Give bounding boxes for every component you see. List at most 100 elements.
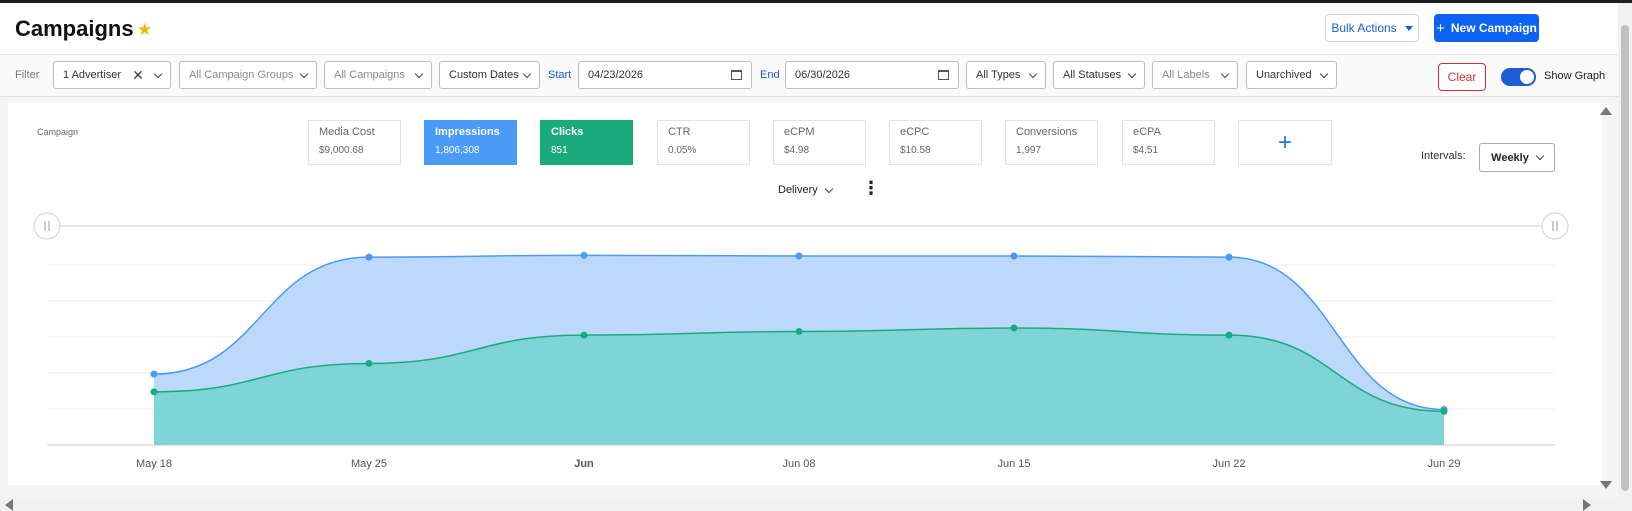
metric-name: Media Cost [319, 126, 375, 138]
date-mode-select[interactable]: Custom Dates [439, 61, 540, 89]
calendar-icon[interactable] [938, 70, 949, 80]
chevron-down-icon [153, 69, 163, 78]
types-select[interactable]: All Types [966, 61, 1046, 89]
campaign-groups-placeholder: All Campaign Groups [189, 69, 294, 81]
clear-advertiser-icon[interactable]: ✕ [132, 67, 144, 84]
chevron-down-icon [1319, 69, 1329, 78]
add-metric-button[interactable]: + [1238, 120, 1332, 165]
page-header: Campaigns ★ Bulk Actions + New Campaign [0, 3, 1632, 55]
panel-scroll-down-arrow-icon[interactable] [1600, 481, 1612, 489]
data-point-clicks[interactable] [580, 331, 588, 339]
data-point-impressions[interactable] [365, 253, 373, 261]
metric-name: Impressions [435, 126, 500, 138]
range-slider-left-handle[interactable] [33, 212, 61, 240]
chevron-down-icon [522, 69, 532, 78]
page-title: Campaigns [15, 16, 134, 41]
metric-value: 1,806,308 [435, 145, 480, 156]
data-point-impressions[interactable] [1010, 252, 1018, 260]
archive-value: Unarchived [1256, 69, 1312, 81]
labels-select[interactable]: All Labels [1152, 61, 1238, 89]
data-point-clicks[interactable] [1010, 324, 1018, 332]
intervals-label: Intervals: [1421, 150, 1466, 162]
metric-value: $9,000.68 [319, 145, 364, 156]
x-tick-label: Jun 22 [1212, 458, 1245, 470]
metric-ctr[interactable]: CTR 0.05% [657, 120, 750, 165]
metric-name: eCPA [1133, 126, 1161, 138]
metric-name: eCPC [900, 126, 930, 138]
vertical-scrollbar-thumb[interactable] [1621, 25, 1629, 491]
metric-value: 0.05% [668, 145, 697, 156]
data-point-clicks[interactable] [1440, 407, 1448, 415]
x-tick-label: Jun 08 [782, 458, 815, 470]
horizontal-scrollbar[interactable] [0, 497, 1618, 511]
caret-down-icon [1404, 25, 1413, 31]
end-date-input[interactable]: 06/30/2026 [785, 61, 959, 89]
data-point-impressions[interactable] [150, 370, 158, 378]
metric-clicks[interactable]: Clicks 851 [540, 120, 633, 165]
x-tick-label: May 18 [136, 458, 172, 470]
interval-value: Weekly [1491, 151, 1529, 164]
labels-placeholder: All Labels [1162, 69, 1210, 81]
chevron-down-icon [1220, 69, 1230, 78]
x-axis-ticks: May 18 May 25 Jun Jun 08 Jun 15 Jun 22 Jun 29 [136, 458, 1461, 470]
chevron-down-icon [1535, 151, 1545, 161]
start-date-input[interactable]: 04/23/2026 [578, 61, 752, 89]
interval-select[interactable]: Weekly [1479, 143, 1555, 172]
chart-series [153, 254, 1445, 445]
metric-value: 851 [551, 145, 568, 156]
advertiser-select[interactable]: 1 Advertiser ✕ [53, 61, 171, 89]
metric-value: $4.98 [784, 145, 810, 156]
data-point-impressions[interactable] [795, 252, 803, 260]
campaign-groups-select[interactable]: All Campaign Groups [179, 61, 317, 89]
start-date-value: 04/23/2026 [588, 69, 644, 81]
end-label: End [760, 69, 780, 81]
metric-conversions[interactable]: Conversions 1,997 [1005, 120, 1098, 165]
metric-value: $4.51 [1133, 145, 1159, 156]
vertical-scrollbar[interactable] [1618, 3, 1632, 511]
metric-name: eCPM [784, 126, 815, 138]
clear-button[interactable]: Clear [1438, 63, 1486, 91]
new-campaign-label: New Campaign [1450, 21, 1537, 35]
metric-ecpm[interactable]: eCPM $4.98 [773, 120, 866, 165]
campaigns-select[interactable]: All Campaigns [324, 61, 432, 89]
filter-label: Filter [15, 69, 40, 81]
data-point-clicks[interactable] [795, 328, 803, 336]
data-point-clicks[interactable] [365, 359, 373, 367]
data-point-impressions[interactable] [1225, 253, 1233, 261]
bulk-actions-label: Bulk Actions [1331, 21, 1397, 35]
metric-impressions[interactable]: Impressions 1,806,308 [424, 120, 517, 165]
metric-name: Clicks [551, 126, 584, 138]
scroll-left-arrow-icon[interactable] [5, 499, 13, 511]
range-slider-right-handle[interactable] [1541, 212, 1569, 240]
delivery-chart: May 18 May 25 Jun Jun 08 Jun 15 Jun 22 Jun 29 [33, 212, 1569, 470]
metric-ecpc[interactable]: eCPC $10.58 [889, 120, 982, 165]
delivery-label: Delivery [778, 184, 818, 196]
scroll-right-arrow-icon[interactable] [1583, 499, 1591, 511]
delivery-select[interactable]: Delivery [778, 184, 833, 196]
x-tick-label: May 25 [351, 458, 387, 470]
x-tick-label: Jun 29 [1427, 458, 1460, 470]
show-graph-toggle[interactable] [1501, 68, 1536, 86]
chevron-down-icon [299, 69, 309, 78]
bulk-actions-button[interactable]: Bulk Actions [1325, 14, 1419, 42]
new-campaign-button[interactable]: + New Campaign [1434, 14, 1539, 42]
metric-ecpa[interactable]: eCPA $4.51 [1122, 120, 1215, 165]
metric-media-cost[interactable]: Media Cost $9,000.68 [308, 120, 401, 165]
advertiser-value: 1 Advertiser [63, 69, 122, 81]
data-point-clicks[interactable] [150, 388, 158, 396]
favorite-star-icon[interactable]: ★ [137, 20, 152, 40]
end-date-value: 06/30/2026 [795, 69, 851, 81]
more-options-icon[interactable]: ⋮ [862, 178, 880, 199]
metric-value: $10.58 [900, 145, 931, 156]
data-point-impressions[interactable] [580, 251, 588, 259]
archive-select[interactable]: Unarchived [1246, 61, 1337, 89]
metric-name: Conversions [1016, 126, 1078, 138]
metric-name: CTR [668, 126, 691, 138]
show-graph-label: Show Graph [1544, 70, 1606, 82]
statuses-select[interactable]: All Statuses [1053, 61, 1145, 89]
types-value: All Types [976, 69, 1021, 81]
panel-scroll-up-arrow-icon[interactable] [1600, 107, 1612, 115]
data-point-clicks[interactable] [1225, 331, 1233, 339]
campaigns-placeholder: All Campaigns [334, 69, 405, 81]
calendar-icon[interactable] [731, 70, 742, 80]
